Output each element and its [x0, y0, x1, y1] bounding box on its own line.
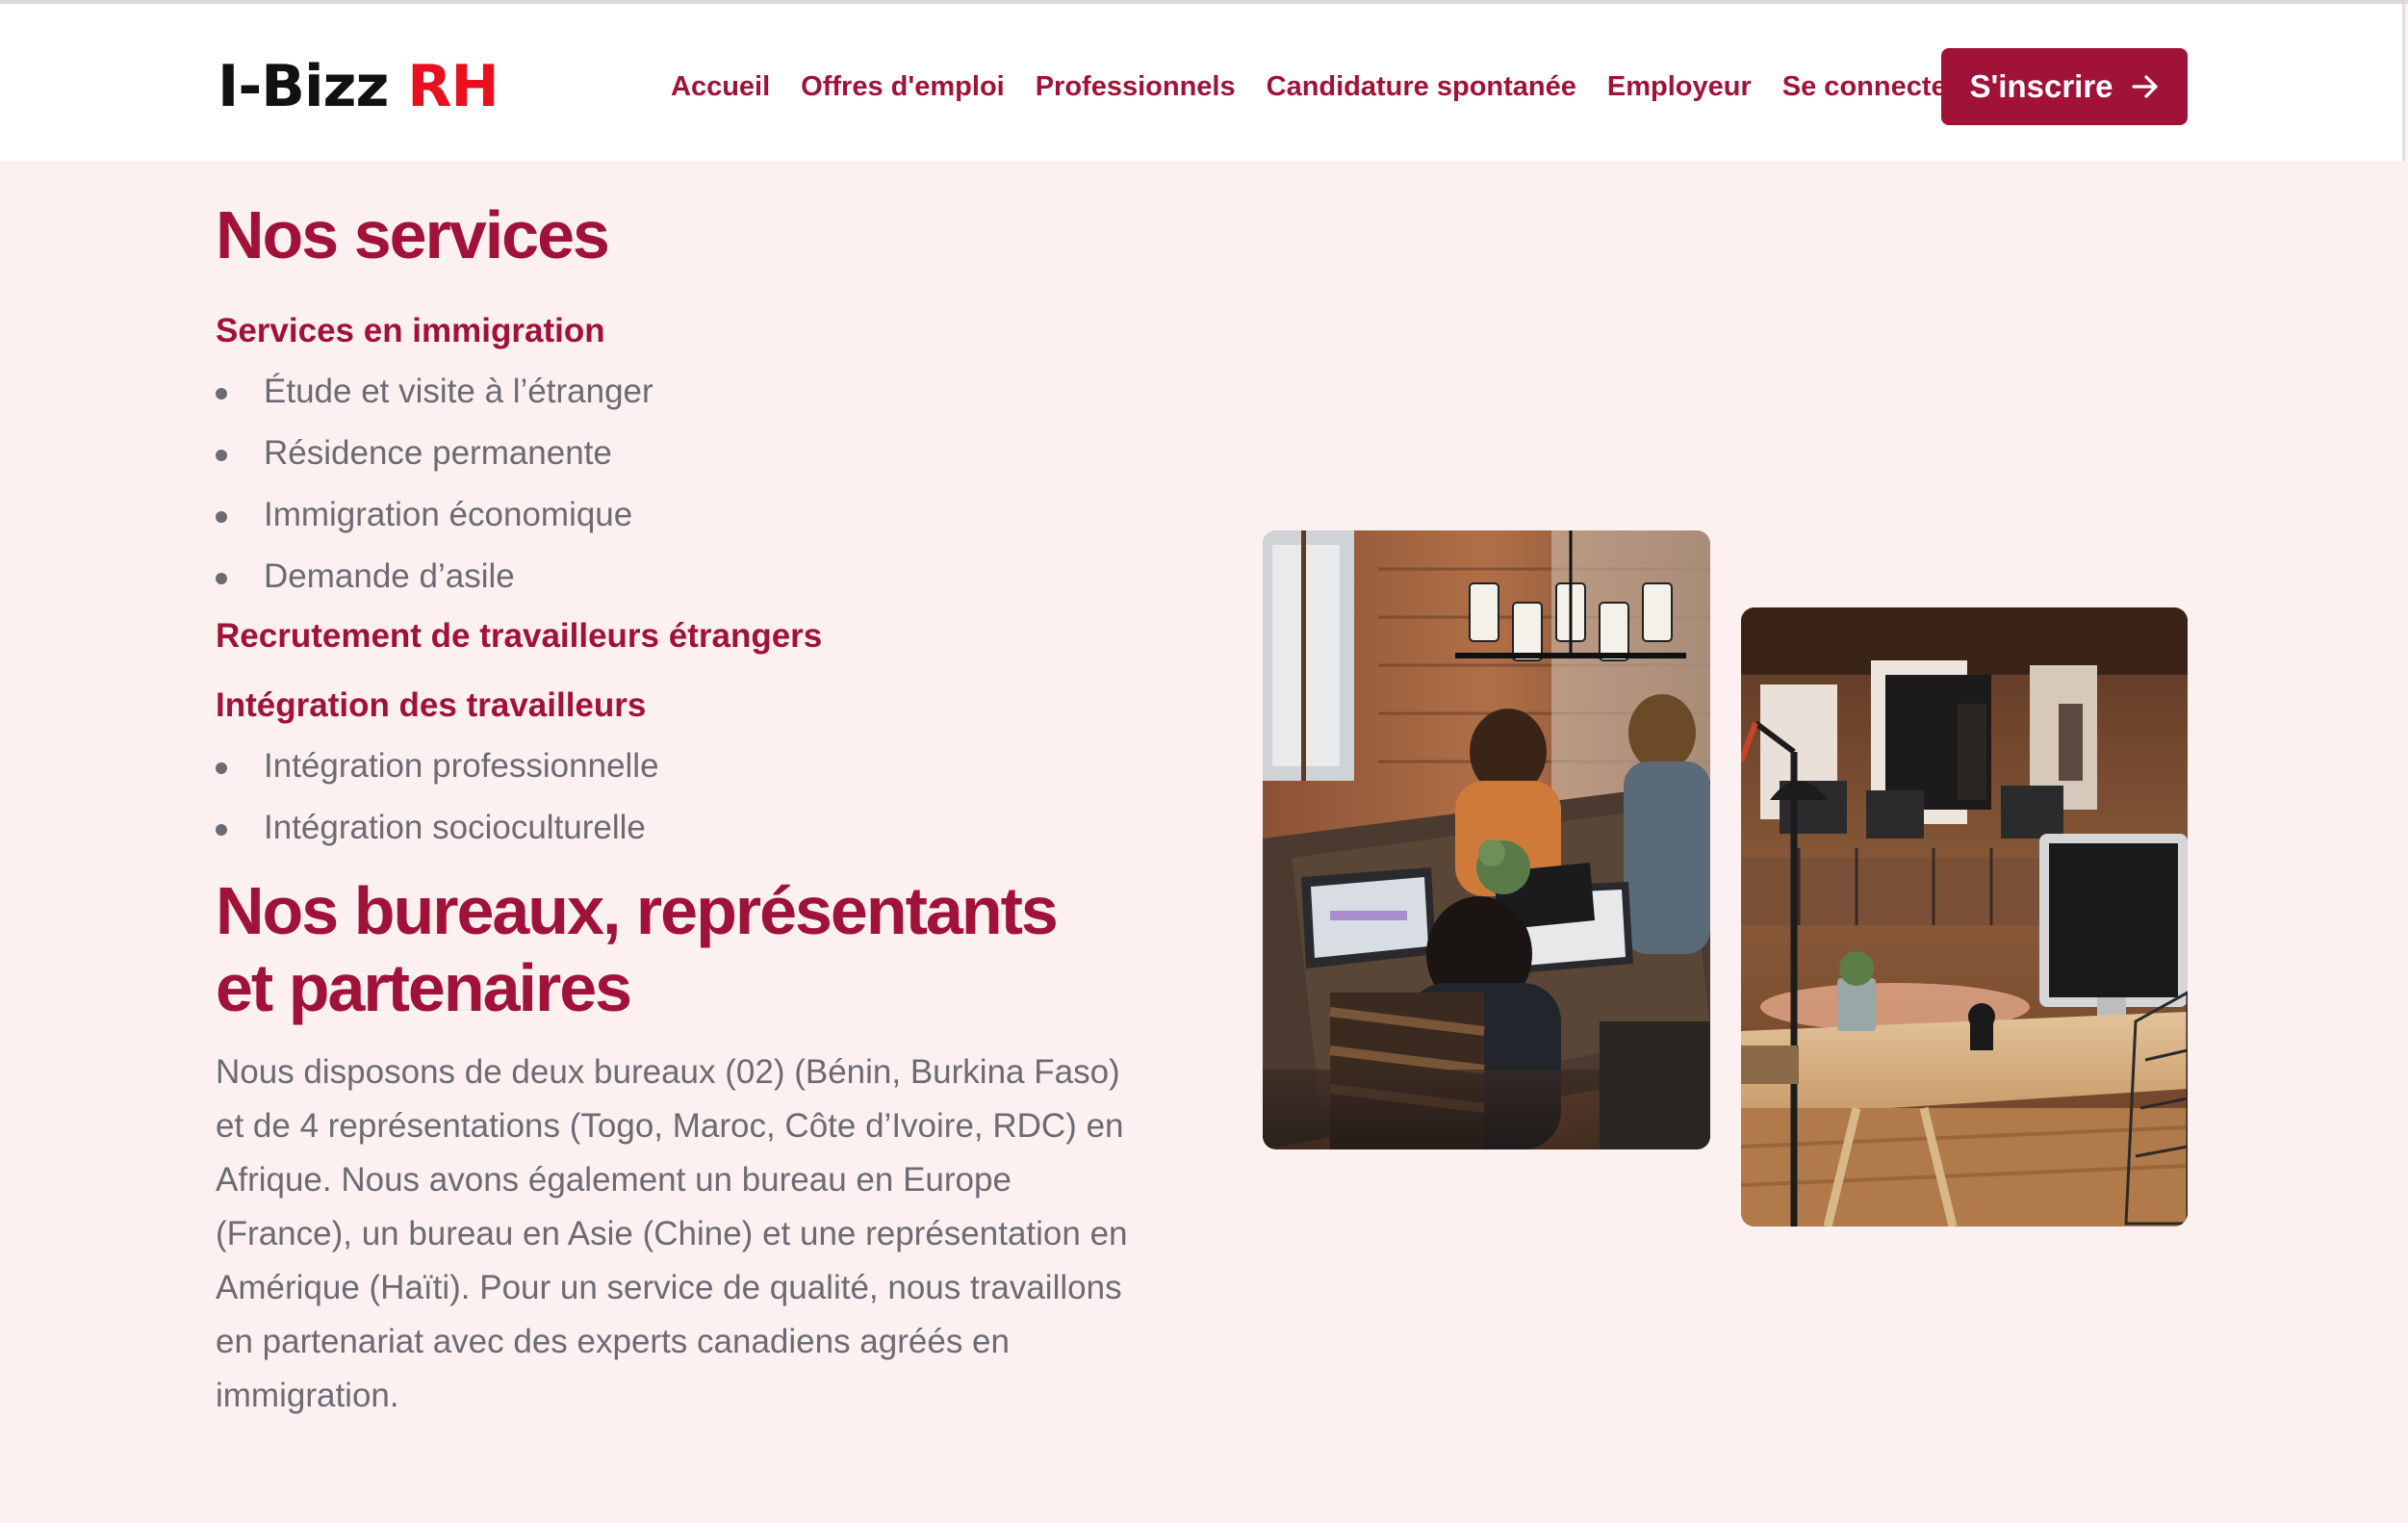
- immigration-list: Étude et visite à l’étranger Résidence p…: [216, 361, 1178, 607]
- logo-text: I-Bizz: [218, 53, 389, 120]
- list-item: Intégration socioculturelle: [216, 797, 1178, 859]
- office-space-photo: [1741, 607, 2188, 1226]
- nav-link-se-connecter[interactable]: Se connecter: [1782, 71, 1958, 103]
- list-item: Intégration professionnelle: [216, 736, 1178, 797]
- services-title: Nos services: [216, 197, 610, 272]
- logo-accent-text: RH: [407, 53, 499, 120]
- immigration-heading: Services en immigration: [216, 312, 605, 349]
- nav-link-employeur[interactable]: Employeur: [1607, 71, 1752, 103]
- list-item: Demande d’asile: [216, 546, 1178, 607]
- nav-link-candidature-spontanee[interactable]: Candidature spontanée: [1267, 71, 1576, 103]
- offices-title-line1: Nos bureaux, représentants: [216, 873, 1059, 948]
- signup-button-label: S'inscrire: [1969, 68, 2113, 104]
- list-item: Étude et visite à l’étranger: [216, 361, 1178, 423]
- arrow-right-icon: [2131, 72, 2160, 101]
- integration-heading: Intégration des travailleurs: [216, 686, 647, 724]
- integration-list: Intégration professionnelle Intégration …: [216, 736, 1178, 859]
- team-meeting-photo: [1263, 530, 1710, 1149]
- signup-button[interactable]: S'inscrire: [1941, 48, 2188, 125]
- main-nav: Accueil Offres d'emploi Professionnels C…: [671, 48, 1958, 125]
- list-item: Immigration économique: [216, 484, 1178, 546]
- site-logo[interactable]: I-Bizz RH: [218, 52, 500, 121]
- offices-paragraph: Nous disposons de deux bureaux (02) (Bén…: [216, 1053, 1128, 1414]
- nav-link-offres-emploi[interactable]: Offres d'emploi: [801, 71, 1005, 103]
- main-content: Nos services Services en immigration Étu…: [216, 161, 1178, 1423]
- list-item: Résidence permanente: [216, 423, 1178, 484]
- offices-title-line2: et partenaires: [216, 950, 632, 1025]
- recruitment-heading: Recrutement de travailleurs étrangers: [216, 617, 823, 655]
- nav-link-accueil[interactable]: Accueil: [671, 71, 770, 103]
- nav-link-professionnels[interactable]: Professionnels: [1036, 71, 1236, 103]
- offices-title: Nos bureaux, représentants et partenaire…: [216, 872, 1178, 1026]
- site-header: I-Bizz RH Accueil Offres d'emploi Profes…: [0, 4, 2405, 161]
